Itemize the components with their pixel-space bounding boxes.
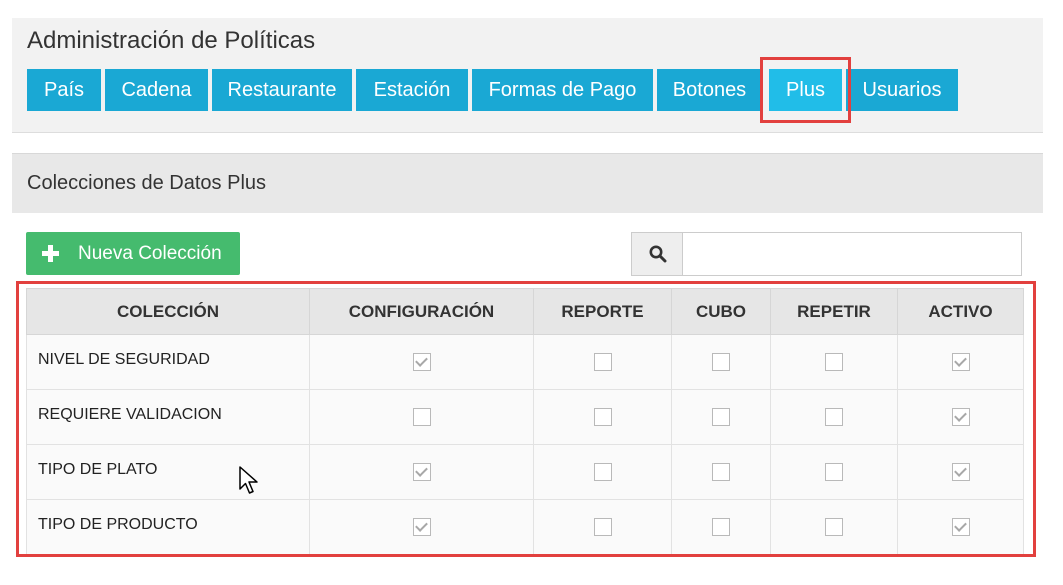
reporte-checkbox[interactable] bbox=[593, 517, 612, 536]
plus-icon bbox=[42, 245, 59, 262]
configuracion-checkbox[interactable] bbox=[412, 407, 431, 426]
activo-checkbox[interactable] bbox=[951, 462, 970, 481]
header-coleccion[interactable]: COLECCIÓN bbox=[26, 288, 310, 335]
tab-cadena[interactable]: Cadena bbox=[105, 69, 208, 111]
collection-name: TIPO DE PLATO bbox=[26, 444, 310, 500]
configuracion-checkbox[interactable] bbox=[412, 462, 431, 481]
tab-restaurante[interactable]: Restaurante bbox=[212, 69, 352, 111]
header-panel: Administración de Políticas País Cadena … bbox=[12, 18, 1043, 133]
table-row[interactable]: REQUIERE VALIDACION bbox=[26, 389, 1024, 445]
new-collection-button[interactable]: Nueva Colección bbox=[26, 232, 240, 275]
table-row[interactable]: NIVEL DE SEGURIDAD bbox=[26, 334, 1024, 390]
configuracion-checkbox[interactable] bbox=[412, 352, 431, 371]
header-activo[interactable]: ACTIVO bbox=[897, 288, 1024, 335]
table-header-row: COLECCIÓN CONFIGURACIÓN REPORTE CUBO REP… bbox=[26, 288, 1024, 335]
collection-name: TIPO DE PRODUCTO bbox=[26, 499, 310, 555]
search-icon bbox=[649, 245, 667, 263]
tab-pais[interactable]: País bbox=[27, 69, 101, 111]
repetir-checkbox[interactable] bbox=[825, 462, 843, 481]
reporte-checkbox[interactable] bbox=[593, 407, 612, 426]
activo-checkbox[interactable] bbox=[951, 517, 970, 536]
new-collection-label: Nueva Colección bbox=[78, 243, 222, 264]
tab-usuarios[interactable]: Usuarios bbox=[846, 69, 958, 111]
collection-name: REQUIERE VALIDACION bbox=[26, 389, 310, 445]
configuracion-checkbox[interactable] bbox=[412, 517, 431, 536]
cubo-checkbox[interactable] bbox=[712, 517, 730, 536]
mouse-cursor-icon bbox=[239, 466, 258, 494]
tab-estacion[interactable]: Estación bbox=[356, 69, 468, 111]
reporte-checkbox[interactable] bbox=[593, 462, 612, 481]
collections-table: COLECCIÓN CONFIGURACIÓN REPORTE CUBO REP… bbox=[26, 288, 1024, 555]
header-cubo[interactable]: CUBO bbox=[671, 288, 771, 335]
tab-botones[interactable]: Botones bbox=[657, 69, 762, 111]
tab-formas-de-pago[interactable]: Formas de Pago bbox=[472, 69, 653, 111]
activo-checkbox[interactable] bbox=[951, 352, 970, 371]
repetir-checkbox[interactable] bbox=[825, 517, 843, 536]
section-header: Colecciones de Datos Plus bbox=[12, 153, 1043, 213]
header-repetir[interactable]: REPETIR bbox=[770, 288, 898, 335]
cubo-checkbox[interactable] bbox=[712, 352, 730, 371]
page-title: Administración de Políticas bbox=[27, 27, 316, 54]
cubo-checkbox[interactable] bbox=[712, 462, 730, 481]
collection-name: NIVEL DE SEGURIDAD bbox=[26, 334, 310, 390]
section-title: Colecciones de Datos Plus bbox=[27, 172, 267, 194]
tab-plus[interactable]: Plus bbox=[769, 69, 842, 111]
cubo-checkbox[interactable] bbox=[712, 407, 730, 426]
table-row[interactable]: TIPO DE PRODUCTO bbox=[26, 499, 1024, 555]
header-reporte[interactable]: REPORTE bbox=[533, 288, 672, 335]
search-input[interactable] bbox=[683, 232, 1022, 276]
search-addon bbox=[631, 232, 683, 276]
repetir-checkbox[interactable] bbox=[825, 352, 843, 371]
activo-checkbox[interactable] bbox=[951, 407, 970, 426]
reporte-checkbox[interactable] bbox=[593, 352, 612, 371]
header-configuracion[interactable]: CONFIGURACIÓN bbox=[309, 288, 534, 335]
repetir-checkbox[interactable] bbox=[825, 407, 843, 426]
table-row[interactable]: TIPO DE PLATO bbox=[26, 444, 1024, 500]
